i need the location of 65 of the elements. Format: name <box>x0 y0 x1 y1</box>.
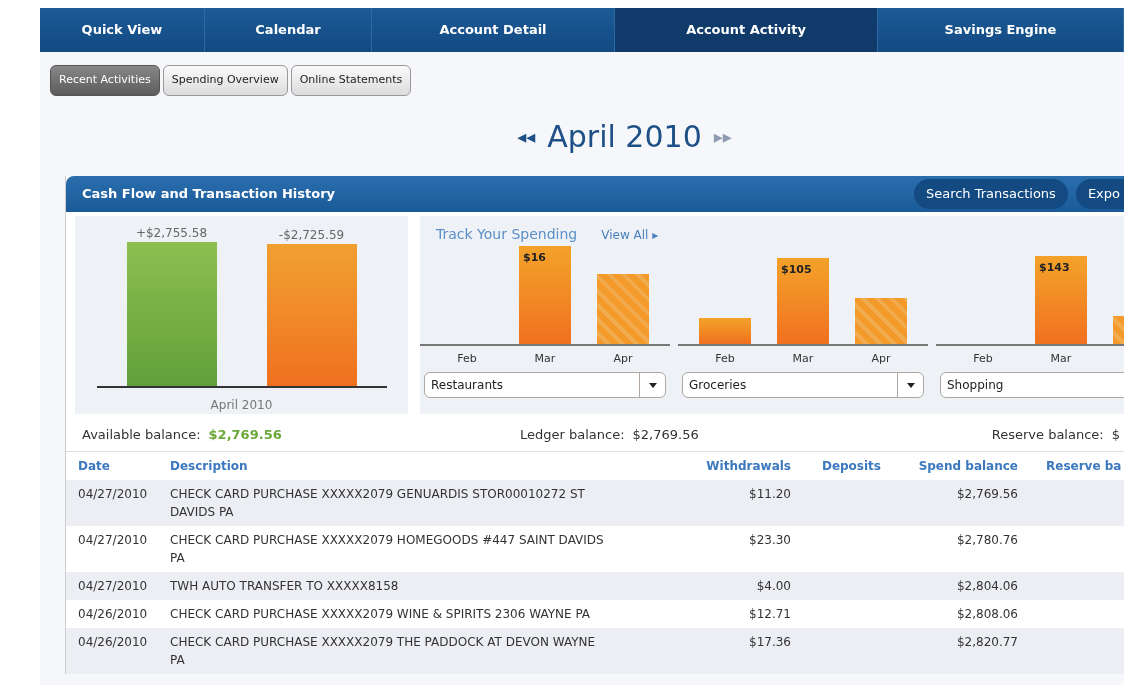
table-cell: 04/26/2010 <box>78 635 148 649</box>
table-cell: TWH AUTO TRANSFER TO XXXXX8158 <box>170 579 399 593</box>
category-dropdown[interactable]: Groceries <box>682 372 924 398</box>
column-header[interactable]: Date <box>78 459 110 473</box>
bar-value-label: $143 <box>1039 260 1070 276</box>
month-label: Mar <box>1050 351 1072 365</box>
previous-month-button[interactable]: ◂◂ <box>517 123 536 150</box>
table-cell: CHECK CARD PURCHASE XXXXX2079 HOMEGOODS #447 SAINT DAVIDS PA <box>170 533 604 565</box>
spending-bar <box>855 298 907 344</box>
table-cell: $2,804.06 <box>956 579 1018 593</box>
month-label: Feb <box>715 351 735 365</box>
table-cell: $4.00 <box>756 579 791 593</box>
table-cell: 04/27/2010 <box>78 487 148 501</box>
bar-value-label: $16 <box>523 250 546 266</box>
table-cell: CHECK CARD PURCHASE XXXXX2079 GENUARDIS STOR00010272 ST DAVIDS PA <box>170 487 585 519</box>
column-header[interactable]: Spend balance <box>918 459 1018 473</box>
table-cell: $23.30 <box>749 533 791 547</box>
nav-tab[interactable]: Account Activity <box>615 8 878 52</box>
view-all-link[interactable]: View All ▸ <box>601 226 659 244</box>
header-button[interactable]: Expo <box>1075 179 1124 209</box>
table-cell: 04/27/2010 <box>78 579 148 593</box>
spending-bar <box>597 274 649 344</box>
month-label: Mar <box>792 351 814 365</box>
dropdown-caret-icon <box>906 382 915 388</box>
balance-value: $2,769.56 <box>208 425 282 444</box>
table-cell: $2,769.56 <box>956 487 1018 501</box>
table-cell: $17.36 <box>749 635 791 649</box>
balance-label: Reserve balance: <box>991 425 1104 444</box>
table-cell: 04/26/2010 <box>78 607 148 621</box>
table-cell: $12.71 <box>749 607 791 621</box>
table-cell: CHECK CARD PURCHASE XXXXX2079 WINE & SPIRITS 2306 WAYNE PA <box>170 607 591 621</box>
month-title: April 2010 <box>547 118 702 156</box>
track-spending-title: Track Your Spending <box>436 225 578 244</box>
balance-label: Ledger balance: <box>520 425 625 444</box>
sub-tab[interactable]: Spending Overview <box>162 65 288 96</box>
header-button[interactable]: Search Transactions <box>913 179 1068 209</box>
column-header[interactable]: Withdrawals <box>706 459 791 473</box>
table-cell: $11.20 <box>749 487 791 501</box>
table-cell: 04/27/2010 <box>78 533 148 547</box>
column-header[interactable]: Description <box>170 459 248 473</box>
category-dropdown[interactable]: Shopping <box>940 372 1124 398</box>
table-cell: $2,820.77 <box>956 635 1018 649</box>
balance-label: Available balance: <box>82 425 201 444</box>
month-label: Feb <box>457 351 477 365</box>
chart-period-label: April 2010 <box>210 397 273 414</box>
month-label: Mar <box>534 351 556 365</box>
table-cell: CHECK CARD PURCHASE XXXXX2079 THE PADDOCK AT DEVON WAYNE PA <box>170 635 596 667</box>
bar-value-label: $105 <box>781 262 812 278</box>
panel-title: Cash Flow and Transaction History <box>82 185 337 204</box>
month-label: Feb <box>973 351 993 365</box>
sub-tab[interactable]: Recent Activities <box>50 65 160 96</box>
column-header[interactable]: Deposits <box>821 459 881 473</box>
balance-value: $ <box>1111 425 1120 444</box>
balance-value: $2,769.56 <box>632 425 699 444</box>
bar-value-label: +$2,755.58 <box>135 225 208 242</box>
column-header[interactable]: Reserve ba <box>1046 459 1122 473</box>
month-label: Apr <box>613 351 633 365</box>
table-cell: $2,780.76 <box>956 533 1018 547</box>
dropdown-caret-icon <box>648 382 657 388</box>
table-cell: $2,808.06 <box>956 607 1018 621</box>
spending-bar <box>699 318 751 344</box>
category-dropdown[interactable]: Restaurants <box>424 372 666 398</box>
month-label: Apr <box>871 351 891 365</box>
sub-tab[interactable]: Online Statements <box>290 65 412 96</box>
bar-value-label: -$2,725.59 <box>278 227 345 244</box>
